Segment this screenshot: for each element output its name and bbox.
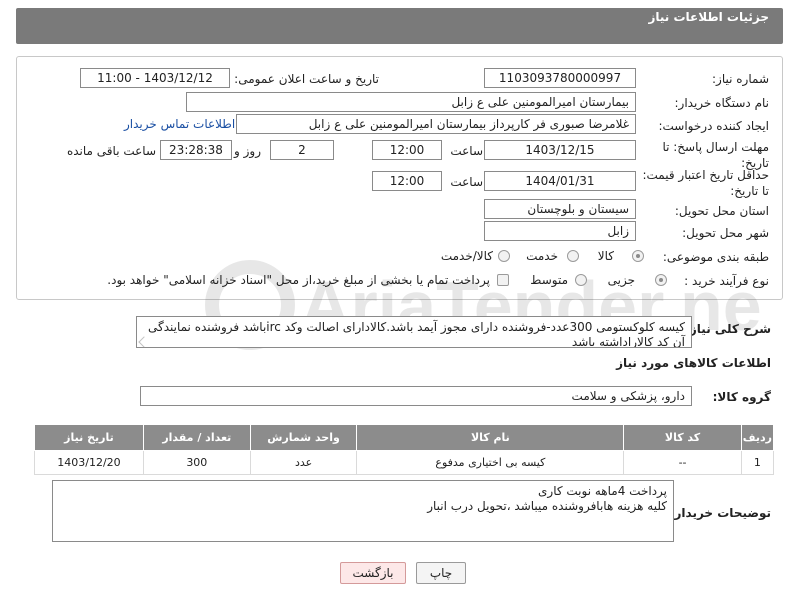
requester-field[interactable]: غلامرضا صبوری فر کارپرداز بیمارستان امیر…: [236, 114, 636, 134]
category-option-goods-service: کالا/خدمت: [440, 249, 493, 263]
price-validity-label: حداقل تاریخ اعتبار قیمت: تا تاریخ:: [642, 168, 769, 198]
category-option-goods: کالا: [597, 249, 614, 263]
description-label: شرح کلی نیاز:: [685, 322, 771, 336]
buyer-contact-link[interactable]: اطلاعات تماس خریدار: [124, 117, 235, 131]
reply-days-field[interactable]: 2: [270, 140, 334, 160]
buyer-notes-textarea[interactable]: پرداخت 4ماهه نوبت کاری کلیه هزینه هابافر…: [52, 480, 674, 542]
goods-group-label: گروه کالا:: [712, 390, 771, 404]
category-label: طبقه بندی موضوعی:: [662, 250, 769, 264]
description-textarea[interactable]: کیسه کلوکستومی 300عدد-فروشنده دارای مجوز…: [136, 316, 692, 348]
announce-datetime-label: تاریخ و ساعت اعلان عمومی:: [234, 72, 379, 86]
cell-row-number: 1: [740, 450, 775, 475]
goods-table: ردیف کد کالا نام کالا واحد شمارش تعداد /…: [34, 424, 775, 475]
price-validity-time-label: ساعت: [450, 175, 483, 189]
city-field[interactable]: زابل: [484, 221, 636, 241]
province-label: استان محل تحویل:: [674, 204, 769, 218]
buyer-notes-line-1: پرداخت 4ماهه نوبت کاری: [538, 484, 667, 498]
treasury-payment-checkbox[interactable]: [497, 274, 509, 286]
process-radio-medium[interactable]: [575, 274, 587, 286]
goods-info-title: اطلاعات کالاهای مورد نیاز: [616, 356, 771, 370]
process-radio-minor[interactable]: [655, 274, 667, 286]
reply-deadline-time-label: ساعت: [450, 144, 483, 158]
reply-days-label: روز و: [234, 144, 261, 158]
buyer-notes-line-2: کلیه هزینه هابافروشنده میباشد ،تحویل درب…: [427, 499, 667, 513]
category-radio-service[interactable]: [567, 250, 579, 262]
table-row: 1 -- کیسه بی اختیاری مدفوع عدد 300 1403/…: [34, 450, 775, 475]
announce-datetime-field[interactable]: 1403/12/12 - 11:00: [80, 68, 230, 88]
price-validity-date-field[interactable]: 1404/01/31: [484, 171, 636, 191]
buyer-org-label: نام دستگاه خریدار:: [674, 96, 770, 110]
col-header-row-number: ردیف: [740, 424, 775, 451]
treasury-payment-note: پرداخت تمام یا بخشی از مبلغ خرید،از محل …: [107, 273, 490, 287]
cell-goods-name: کیسه بی اختیاری مدفوع: [356, 450, 625, 475]
col-header-need-date: تاریخ نیاز: [34, 424, 144, 451]
cell-goods-code: --: [623, 450, 742, 475]
col-header-unit: واحد شمارش: [249, 424, 358, 451]
category-radio-goods-service[interactable]: [498, 250, 510, 262]
buyer-org-field[interactable]: بیمارستان امیرالمومنین علی ع زابل: [186, 92, 636, 112]
page-title: جزئیات اطلاعات نیاز: [648, 10, 769, 24]
remaining-time-field[interactable]: 23:28:38: [160, 140, 232, 160]
cell-need-date: 1403/12/20: [34, 450, 144, 475]
category-option-service: خدمت: [526, 249, 558, 263]
need-number-field[interactable]: 1103093780000997: [484, 68, 636, 88]
remaining-time-label: ساعت باقی مانده: [66, 144, 156, 158]
requester-label: ایجاد کننده درخواست:: [658, 119, 769, 133]
buyer-notes-label: توضیحات خریدار:: [669, 506, 771, 520]
reply-deadline-time-field[interactable]: 12:00: [372, 140, 442, 160]
cell-quantity: 300: [142, 450, 251, 475]
city-label: شهر محل تحویل:: [682, 226, 769, 240]
col-header-goods-code: کد کالا: [623, 424, 742, 451]
goods-group-field[interactable]: دارو، پزشکی و سلامت: [140, 386, 692, 406]
process-option-medium: متوسط: [530, 273, 568, 287]
back-button[interactable]: بازگشت: [340, 562, 406, 584]
province-field[interactable]: سیستان و بلوچستان: [484, 199, 636, 219]
process-label: نوع فرآیند خرید :: [684, 274, 769, 288]
process-option-minor: جزیی: [607, 273, 635, 287]
reply-deadline-date-field[interactable]: 1403/12/15: [484, 140, 636, 160]
col-header-goods-name: نام کالا: [356, 424, 625, 451]
cell-unit: عدد: [249, 450, 358, 475]
goods-table-header-row: ردیف کد کالا نام کالا واحد شمارش تعداد /…: [34, 424, 775, 451]
category-radio-goods[interactable]: [632, 250, 644, 262]
price-validity-time-field[interactable]: 12:00: [372, 171, 442, 191]
col-header-quantity: تعداد / مقدار: [142, 424, 251, 451]
need-number-label: شماره نیاز:: [712, 72, 769, 86]
print-button[interactable]: چاپ: [416, 562, 466, 584]
